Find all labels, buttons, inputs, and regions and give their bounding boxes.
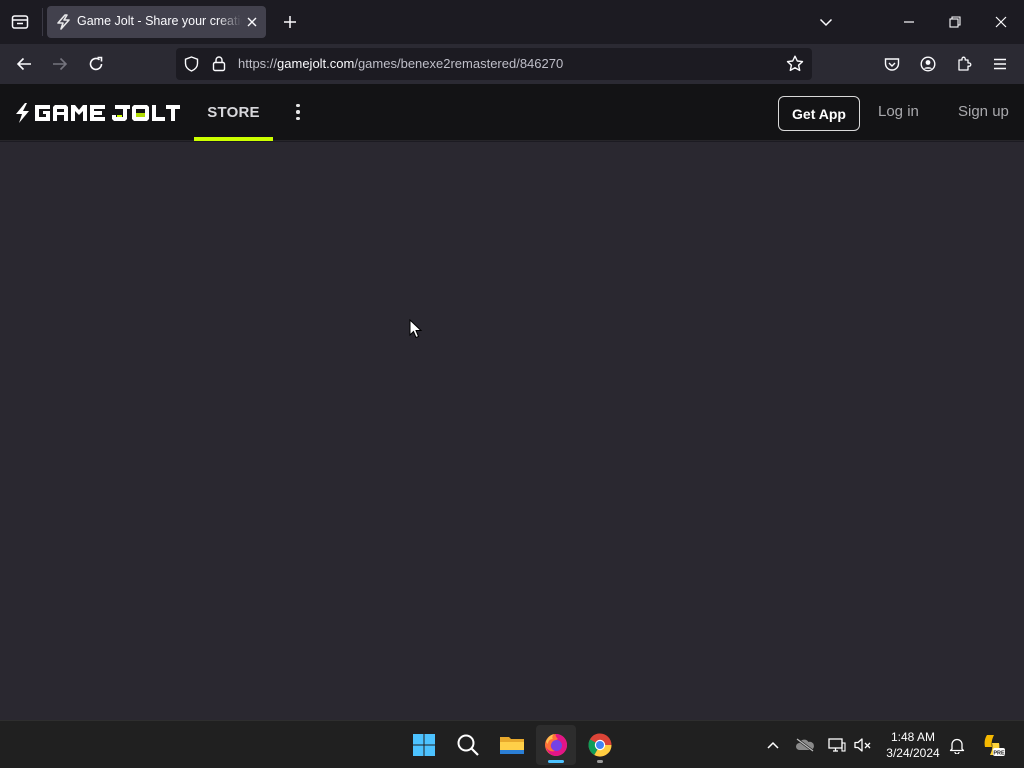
shield-icon — [184, 56, 199, 72]
tab-separator — [42, 8, 43, 36]
more-dot — [296, 103, 300, 108]
minimize-button[interactable] — [886, 0, 932, 44]
browser-tab-active[interactable]: Game Jolt - Share your creations — [47, 6, 266, 38]
taskbar-firefox[interactable] — [536, 725, 576, 765]
chrome-icon — [588, 733, 612, 757]
bookmark-star-icon — [786, 55, 804, 72]
show-hidden-icons-button[interactable] — [762, 733, 784, 757]
pocket-button[interactable] — [876, 48, 908, 80]
file-explorer-icon — [500, 737, 524, 754]
onedrive-tray-button[interactable] — [794, 733, 816, 757]
running-app-indicator — [597, 760, 603, 763]
url-text[interactable]: https://gamejolt.com/games/benexe2remast… — [238, 56, 563, 71]
chevron-down-icon — [819, 18, 833, 27]
gamejolt-logo[interactable] — [14, 102, 180, 129]
app-menu-button[interactable] — [984, 48, 1016, 80]
start-icon — [413, 734, 435, 756]
tab-overview-icon — [11, 15, 29, 29]
forward-icon — [53, 57, 68, 71]
reload-button[interactable] — [80, 48, 112, 80]
site-header: STORE Get App Log in Sign up — [0, 84, 1024, 141]
more-options-button[interactable] — [287, 100, 309, 124]
account-button[interactable] — [912, 48, 944, 80]
volume-tray-button[interactable] — [852, 733, 874, 757]
url-host: gamejolt.com — [277, 56, 355, 71]
new-tab-icon — [284, 16, 296, 28]
extensions-icon — [958, 56, 972, 71]
volume-muted-icon — [854, 738, 871, 752]
pocket-icon — [884, 57, 900, 71]
minimize-icon — [904, 21, 914, 23]
site-info-button[interactable] — [212, 55, 226, 77]
more-dot — [296, 116, 300, 121]
lock-icon — [212, 56, 226, 72]
taskbar-chrome[interactable] — [580, 725, 620, 765]
tab-overview-button[interactable] — [4, 6, 36, 38]
notification-bell-icon — [949, 738, 965, 754]
svg-text:PRE: PRE — [993, 751, 1005, 757]
onedrive-off-icon — [796, 738, 814, 752]
url-path: /games/benexe2remastered/846270 — [354, 56, 564, 71]
firefox-icon — [545, 734, 567, 756]
new-tab-button[interactable] — [274, 6, 306, 38]
taskbar-search-button[interactable] — [448, 725, 488, 765]
taskbar-clock[interactable]: 1:48 AM 3/24/2024 — [878, 729, 948, 761]
sign-up-link[interactable]: Sign up — [958, 103, 1009, 120]
search-icon — [457, 734, 479, 756]
back-icon — [16, 57, 31, 71]
tab-title: Game Jolt - Share your creations — [77, 14, 242, 28]
url-scheme: https:// — [238, 56, 278, 71]
restore-button[interactable] — [932, 0, 978, 44]
close-icon — [995, 16, 1007, 28]
clock-date: 3/24/2024 — [886, 746, 940, 760]
active-app-indicator — [548, 760, 564, 763]
clock-time: 1:48 AM — [890, 730, 936, 744]
window-close-button[interactable] — [978, 0, 1024, 44]
bookmark-button[interactable] — [786, 55, 804, 77]
restore-icon — [949, 16, 961, 28]
get-app-button[interactable]: Get App — [778, 96, 860, 131]
windows-taskbar: 1:48 AM 3/24/2024 PRE — [0, 720, 1024, 768]
network-icon — [828, 738, 846, 752]
back-button[interactable] — [8, 48, 40, 80]
store-tab-active-indicator — [194, 137, 273, 141]
network-tray-button[interactable] — [826, 733, 848, 757]
copilot-pre-icon: PRE — [984, 735, 1005, 757]
copilot-button[interactable]: PRE — [978, 733, 1006, 757]
main-content-area — [0, 142, 1024, 720]
log-in-link[interactable]: Log in — [878, 103, 919, 120]
notifications-button[interactable] — [946, 733, 968, 757]
tab-list-button[interactable] — [810, 6, 842, 38]
forward-button[interactable] — [44, 48, 76, 80]
nav-tab-store[interactable]: STORE — [194, 84, 273, 141]
more-dot — [296, 110, 300, 114]
taskbar-file-explorer[interactable] — [492, 725, 532, 765]
extensions-button[interactable] — [948, 48, 980, 80]
start-button[interactable] — [404, 725, 444, 765]
mouse-cursor-icon — [409, 319, 423, 339]
account-icon — [920, 56, 936, 72]
browser-navigation-bar: https://gamejolt.com/games/benexe2remast… — [0, 44, 1024, 84]
gamejolt-bolt-icon — [57, 14, 70, 30]
url-bar[interactable]: https://gamejolt.com/games/benexe2remast… — [176, 48, 812, 80]
reload-icon — [89, 56, 103, 71]
chevron-up-icon — [767, 741, 779, 749]
gamejolt-logo-icon — [16, 103, 180, 123]
browser-tab-strip: Game Jolt - Share your creations — [0, 0, 1024, 44]
tracking-protection-button[interactable] — [184, 56, 199, 77]
tab-close-button[interactable] — [243, 13, 261, 31]
menu-icon — [994, 58, 1006, 70]
close-icon — [247, 17, 257, 27]
